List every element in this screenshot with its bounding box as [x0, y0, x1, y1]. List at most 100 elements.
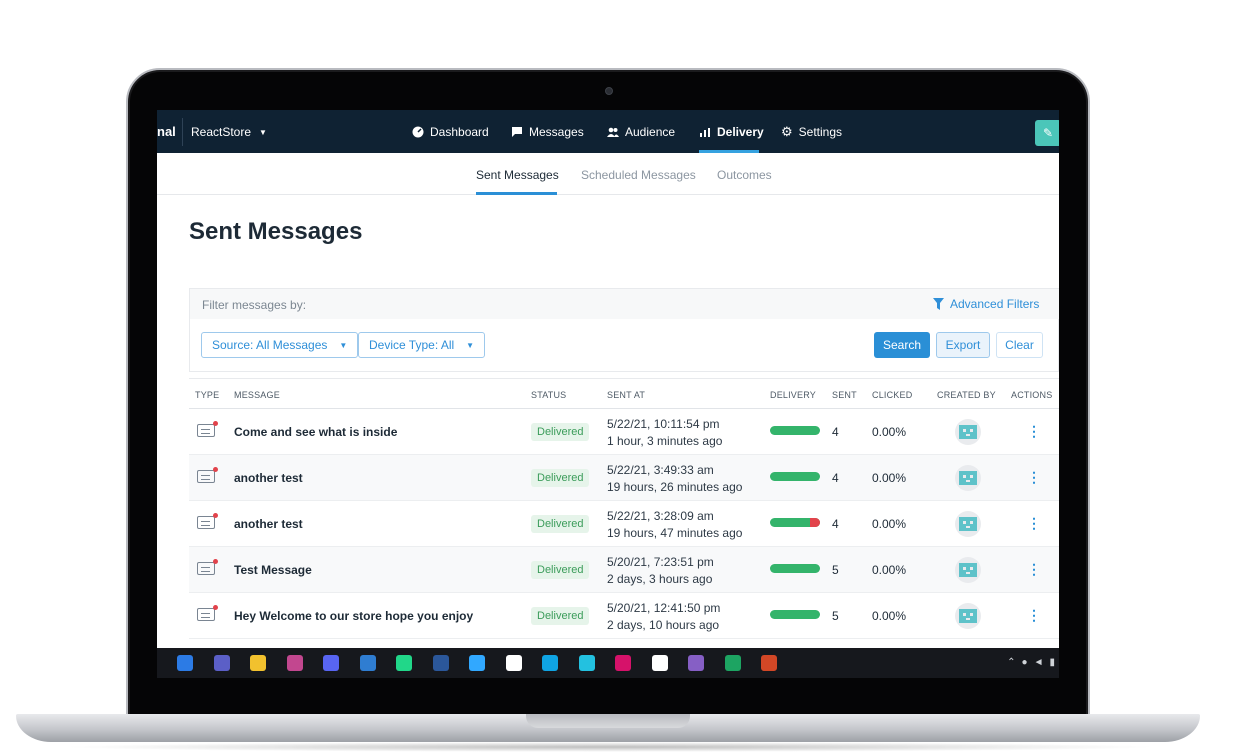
message-title[interactable]: another test [234, 471, 303, 485]
column-header-clicked[interactable]: CLICKED [872, 390, 912, 400]
column-header-created-by[interactable]: CREATED BY [937, 390, 996, 400]
tab-outcomes[interactable]: Outcomes [717, 168, 772, 182]
new-message-button[interactable]: ✎ [1035, 120, 1059, 146]
clicked-rate: 0.00% [872, 425, 907, 439]
nav-messages[interactable]: Messages [511, 125, 584, 139]
filter-icon [933, 298, 944, 310]
push-notification-icon [197, 467, 218, 483]
word-icon[interactable] [432, 655, 449, 671]
status-badge: Delivered [531, 607, 590, 625]
filter-header: Filter messages by: Advanced Filters [190, 289, 1059, 319]
webstorm-icon[interactable] [578, 655, 595, 671]
tab-sent-messages[interactable]: Sent Messages [476, 168, 559, 182]
source-select[interactable]: Source: All Messages ▼ [201, 332, 359, 358]
nav-dashboard[interactable]: Dashboard [412, 125, 489, 139]
device-type-select-value: Device Type: All [369, 338, 455, 352]
chrome-icon[interactable] [724, 655, 741, 671]
clicked-rate: 0.00% [872, 563, 907, 577]
sent-at: 5/22/21, 10:11:54 pm 1 hour, 3 minutes a… [607, 416, 722, 450]
advanced-filters-link[interactable]: Advanced Filters [933, 297, 1039, 311]
delivery-bar [770, 518, 820, 527]
tab-scheduled-messages[interactable]: Scheduled Messages [581, 168, 696, 182]
chevron-up-icon[interactable]: ⌃ [1007, 657, 1015, 668]
sent-count: 4 [832, 471, 839, 485]
push-notification-icon [197, 605, 218, 621]
microphone-icon[interactable]: ● [1022, 657, 1028, 668]
sent-at-relative: 1 hour, 3 minutes ago [607, 434, 723, 448]
sent-at-date: 5/22/21, 10:11:54 pm [607, 417, 720, 431]
message-title[interactable]: Test Message [234, 563, 312, 577]
more-actions-icon[interactable]: ⋮ [1027, 561, 1041, 578]
push-notification-icon [197, 513, 218, 529]
volume-icon[interactable]: ◄ [1034, 657, 1044, 668]
sent-at-date: 5/20/21, 7:23:51 pm [607, 555, 714, 569]
visual-studio-icon[interactable] [688, 655, 704, 671]
camera-icon [605, 87, 613, 95]
pycharm-icon[interactable] [396, 655, 412, 671]
github-icon[interactable] [505, 655, 522, 671]
calendar-icon[interactable] [359, 655, 376, 671]
column-header-status[interactable]: STATUS [531, 390, 566, 400]
column-header-type[interactable]: TYPE [195, 390, 219, 400]
discord-icon[interactable] [323, 655, 339, 671]
clicked-rate: 0.00% [872, 471, 907, 485]
column-header-sent-at[interactable]: SENT AT [607, 390, 645, 400]
nav-dashboard-label: Dashboard [430, 125, 489, 139]
delivery-icon [700, 128, 710, 137]
export-button[interactable]: Export [936, 332, 990, 358]
table-body: Come and see what is inside Delivered 5/… [189, 409, 1059, 639]
brand-logo-text: nal [157, 124, 176, 139]
app-icon[interactable] [286, 655, 303, 671]
more-actions-icon[interactable]: ⋮ [1027, 515, 1041, 532]
photoshop-icon[interactable] [469, 655, 485, 671]
table-row[interactable]: Test Message Delivered 5/20/21, 7:23:51 … [189, 547, 1059, 593]
sent-at-date: 5/22/21, 3:49:33 am [607, 463, 714, 477]
column-header-sent[interactable]: SENT [832, 390, 857, 400]
table-row[interactable]: Come and see what is inside Delivered 5/… [189, 409, 1059, 455]
wordpress-icon[interactable] [651, 655, 668, 671]
edge-icon[interactable] [542, 655, 558, 671]
nav-delivery[interactable]: Delivery [699, 125, 764, 139]
message-title[interactable]: another test [234, 517, 303, 531]
nav-audience[interactable]: Audience [607, 125, 675, 139]
more-actions-icon[interactable]: ⋮ [1027, 469, 1041, 486]
column-header-message[interactable]: MESSAGE [234, 390, 280, 400]
dashboard-icon [412, 126, 424, 138]
sent-at: 5/22/21, 3:49:33 am 19 hours, 26 minutes… [607, 462, 742, 496]
laptop-base-notch [526, 714, 690, 728]
device-type-select[interactable]: Device Type: All ▼ [358, 332, 486, 358]
more-actions-icon[interactable]: ⋮ [1027, 607, 1041, 624]
nav-divider [182, 118, 183, 146]
avatar [955, 511, 981, 537]
folder-icon[interactable] [250, 655, 266, 671]
mail-icon[interactable] [177, 655, 193, 671]
sent-at: 5/22/21, 3:28:09 am 19 hours, 47 minutes… [607, 508, 742, 542]
table-row[interactable]: another test Delivered 5/22/21, 3:49:33 … [189, 455, 1059, 501]
messages-table: TYPE MESSAGE STATUS SENT AT DELIVERY SEN… [189, 378, 1059, 639]
teams-icon[interactable] [213, 655, 230, 671]
filter-panel: Filter messages by: Advanced Filters Sou… [189, 288, 1059, 372]
message-title[interactable]: Hey Welcome to our store hope you enjoy [234, 609, 473, 623]
table-row[interactable]: another test Delivered 5/22/21, 3:28:09 … [189, 501, 1059, 547]
more-actions-icon[interactable]: ⋮ [1027, 423, 1041, 440]
sent-at-relative: 2 days, 3 hours ago [607, 572, 713, 586]
nav-delivery-label: Delivery [717, 125, 764, 139]
sent-at: 5/20/21, 7:23:51 pm 2 days, 3 hours ago [607, 554, 714, 588]
system-tray: ⌃ ● ◄ ▮ [1007, 657, 1055, 668]
advanced-filters-label: Advanced Filters [950, 297, 1040, 311]
delivery-bar [770, 472, 820, 481]
app-selector[interactable]: ReactStore ▼ [191, 125, 267, 139]
network-icon[interactable]: ▮ [1049, 657, 1055, 668]
status-badge: Delivered [531, 515, 590, 533]
table-row[interactable]: Hey Welcome to our store hope you enjoy … [189, 593, 1059, 639]
rider-icon[interactable] [615, 655, 631, 671]
nav-settings-label: Settings [798, 125, 843, 139]
clear-button[interactable]: Clear [996, 332, 1043, 358]
nav-settings[interactable]: ⚙ Settings [781, 125, 842, 139]
powerpoint-icon[interactable] [761, 655, 777, 671]
delivery-bar-failed [810, 518, 820, 527]
message-title[interactable]: Come and see what is inside [234, 425, 397, 439]
column-header-delivery[interactable]: DELIVERY [770, 390, 816, 400]
column-header-actions[interactable]: ACTIONS [1011, 390, 1052, 400]
search-button[interactable]: Search [874, 332, 930, 358]
